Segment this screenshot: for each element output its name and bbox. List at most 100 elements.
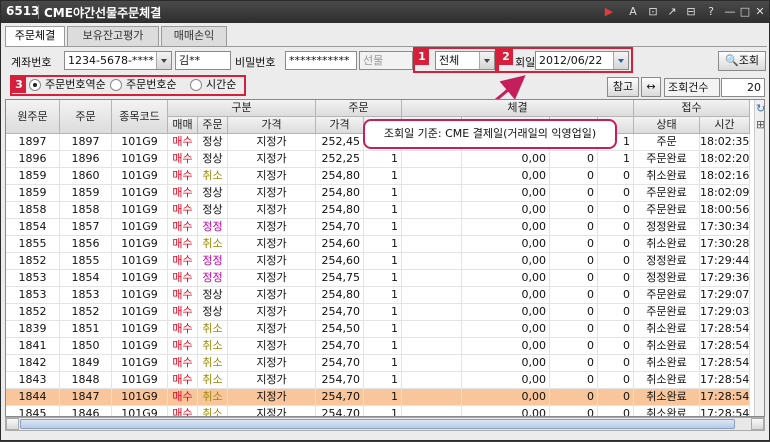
query-count-input[interactable]: 20 xyxy=(721,78,765,97)
col-header-item-code[interactable]: 종목코드 xyxy=(112,100,168,134)
cell-exec-3: 0 xyxy=(550,253,598,270)
table-row[interactable]: 1853 1854 101G9 매수 정정 지정가 254,75 1 0,00 0 0 정정완료 17:… xyxy=(6,270,750,287)
order-filter-select[interactable]: 전체 xyxy=(435,51,495,70)
cell-price-kind: 지정가 xyxy=(228,151,316,168)
order-execution-window: 6513 CME야간선물주문체결 ▶ A ⊡ ↗ ⊟ ? — □ ✕ 주문체결 … xyxy=(0,0,770,441)
cell-order-kind: 취소 xyxy=(198,321,228,338)
cell-order-kind: 정상 xyxy=(198,287,228,304)
col-header-price-kind[interactable]: 가격 xyxy=(228,117,316,134)
cell-side: 매수 xyxy=(168,236,198,253)
title-bar[interactable]: 6513 CME야간선물주문체결 ▶ A ⊡ ↗ ⊟ ? — □ ✕ xyxy=(1,1,769,23)
table-row[interactable]: 1852 1855 101G9 매수 정정 지정가 254,60 1 0,00 0 0 정정완료 17:… xyxy=(6,253,750,270)
cell-orig-order: 1853 xyxy=(6,287,60,304)
sort-order-desc-radio[interactable]: 주문번호역순 xyxy=(29,78,106,92)
cell-exec-4: 0 xyxy=(598,321,634,338)
col-header-orig-order[interactable]: 원주문 xyxy=(6,100,60,134)
cell-item-code: 101G9 xyxy=(112,219,168,236)
table-row[interactable]: 1845 1846 101G9 매수 취소 지정가 254,70 1 0,00 0 0 취소완료 17:… xyxy=(6,406,750,416)
cell-time: 17:30:34 xyxy=(700,219,750,236)
cell-status: 주문완료 xyxy=(634,151,700,168)
maximize-icon[interactable]: □ xyxy=(738,5,752,19)
cell-price-kind: 지정가 xyxy=(228,219,316,236)
grid-settings-icon[interactable]: ⊞ xyxy=(756,118,764,131)
screen-number: 6513 xyxy=(6,4,40,18)
cell-time: 17:28:54 xyxy=(700,321,750,338)
calendar-dropdown-icon[interactable] xyxy=(613,52,628,69)
query-date-field[interactable]: 2012/06/22 xyxy=(535,51,629,70)
cell-order-kind: 취소 xyxy=(198,406,228,416)
scroll-left-icon[interactable] xyxy=(6,418,19,430)
cell-order-price: 254,70 xyxy=(316,406,364,416)
table-row[interactable]: 1852 1852 101G9 매수 정상 지정가 254,70 1 0,00 0 0 주문완료 17:… xyxy=(6,304,750,321)
popout-icon[interactable]: ↗ xyxy=(665,5,679,19)
col-header-order[interactable]: 주문 xyxy=(60,100,112,134)
radio-icon xyxy=(190,79,202,91)
futures-select[interactable]: 선물 xyxy=(359,51,413,70)
horizontal-scrollbar[interactable] xyxy=(5,417,765,431)
cell-exec-3: 0 xyxy=(550,270,598,287)
cell-orig-order: 1841 xyxy=(6,338,60,355)
cell-order-kind: 정상 xyxy=(198,134,228,151)
cell-exec-2: 0,00 xyxy=(462,321,550,338)
table-row[interactable]: 1853 1853 101G9 매수 정상 지정가 254,80 1 0,00 0 0 주문완료 17:… xyxy=(6,287,750,304)
password-input[interactable]: *********** xyxy=(285,51,357,70)
table-row[interactable]: 1839 1851 101G9 매수 취소 지정가 254,50 1 0,00 0 0 취소완료 17:… xyxy=(6,321,750,338)
table-row[interactable]: 1858 1858 101G9 매수 정상 지정가 254,80 1 0,00 0 0 주문완료 18:… xyxy=(6,202,750,219)
print-icon[interactable]: ⊟ xyxy=(684,5,698,19)
sort-order-asc-radio[interactable]: 주문번호순 xyxy=(110,78,177,92)
table-row[interactable]: 1854 1857 101G9 매수 정정 지정가 254,70 1 0,00 0 0 정정완료 17:… xyxy=(6,219,750,236)
cell-exec-4: 0 xyxy=(598,168,634,185)
minimize-icon[interactable]: — xyxy=(723,5,737,19)
cell-exec-3: 0 xyxy=(550,338,598,355)
expand-arrows-icon[interactable]: ↔ xyxy=(641,77,661,97)
cell-orig-order: 1855 xyxy=(6,236,60,253)
cell-exec-3: 0 xyxy=(550,185,598,202)
font-icon[interactable]: A xyxy=(626,5,640,19)
cell-item-code: 101G9 xyxy=(112,389,168,406)
cell-exec-4: 0 xyxy=(598,287,634,304)
table-row[interactable]: 1842 1849 101G9 매수 취소 지정가 254,70 1 0,00 0 0 취소완료 17:… xyxy=(6,355,750,372)
close-icon[interactable]: ✕ xyxy=(753,5,767,19)
refresh-icon[interactable]: ↻ xyxy=(756,102,764,115)
tab-trading-pnl[interactable]: 매매손익 xyxy=(161,26,227,46)
cell-exec-2: 0,00 xyxy=(462,236,550,253)
reference-button[interactable]: 참고 xyxy=(607,77,639,97)
col-header-order-price[interactable]: 가격 xyxy=(316,117,364,134)
query-button[interactable]: 🔍조회 xyxy=(718,51,766,71)
table-row[interactable]: 1859 1860 101G9 매수 취소 지정가 254,80 1 0,00 0 0 취소완료 18:… xyxy=(6,168,750,185)
cell-order-kind: 취소 xyxy=(198,236,228,253)
cell-status: 취소완료 xyxy=(634,168,700,185)
vertical-scrollbar[interactable]: ↻ ⊞ xyxy=(754,100,764,416)
query-date-value: 2012/06/22 xyxy=(539,54,603,67)
cell-order-price: 254,60 xyxy=(316,236,364,253)
table-row[interactable]: 1844 1847 101G9 매수 취소 지정가 254,70 1 0,00 0 0 취소완료 17:… xyxy=(6,389,750,406)
play-icon[interactable]: ▶ xyxy=(602,5,616,19)
chevron-down-icon[interactable] xyxy=(479,52,494,69)
cell-status: 정정완료 xyxy=(634,270,700,287)
table-row[interactable]: 1841 1850 101G9 매수 취소 지정가 254,70 1 0,00 0 0 취소완료 17:… xyxy=(6,338,750,355)
help-icon[interactable]: ? xyxy=(704,5,718,19)
cell-orig-order: 1852 xyxy=(6,304,60,321)
cell-time: 17:28:54 xyxy=(700,355,750,372)
col-header-side[interactable]: 매매 xyxy=(168,117,198,134)
table-row[interactable]: 1896 1896 101G9 매수 정상 지정가 252,25 1 0,00 0 1 주문완료 18:… xyxy=(6,151,750,168)
scroll-right-icon[interactable] xyxy=(751,418,764,430)
scroll-thumb[interactable] xyxy=(20,419,735,429)
table-row[interactable]: 1855 1856 101G9 매수 취소 지정가 254,60 1 0,00 0 0 취소완료 17:… xyxy=(6,236,750,253)
table-row[interactable]: 1843 1848 101G9 매수 취소 지정가 254,70 1 0,00 0 0 취소완료 17:… xyxy=(6,372,750,389)
window-title: CME야간선물주문체결 xyxy=(44,6,162,20)
sort-time-radio[interactable]: 시간순 xyxy=(190,78,236,92)
col-header-order-kind[interactable]: 주문 xyxy=(198,117,228,134)
tab-holdings-valuation[interactable]: 보유잔고평가 xyxy=(67,26,159,46)
cell-status: 주문완료 xyxy=(634,287,700,304)
table-row[interactable]: 1859 1859 101G9 매수 정상 지정가 254,80 1 0,00 0 0 주문완료 18:… xyxy=(6,185,750,202)
tab-order-execution[interactable]: 주문체결 xyxy=(5,26,65,47)
radio-icon xyxy=(29,79,41,91)
link-icon[interactable]: ⊡ xyxy=(646,5,660,19)
col-header-status[interactable]: 상태 xyxy=(634,117,700,134)
cell-price-kind: 지정가 xyxy=(228,321,316,338)
account-select[interactable]: 1234-5678-**** xyxy=(64,51,172,70)
cell-item-code: 101G9 xyxy=(112,304,168,321)
chevron-down-icon[interactable] xyxy=(156,52,171,69)
col-header-time[interactable]: 시간 xyxy=(700,117,750,134)
